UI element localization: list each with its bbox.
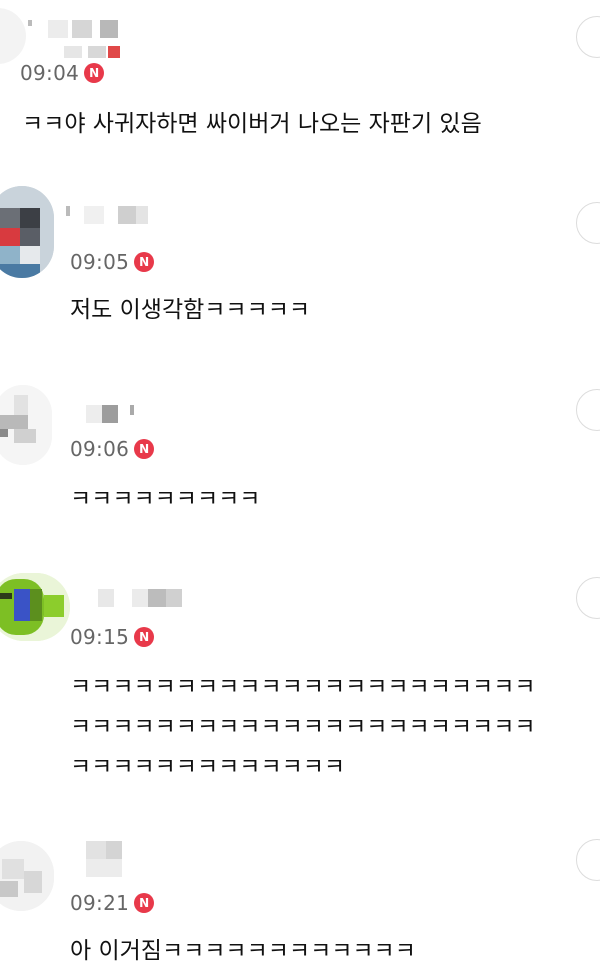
comment-meta: 09:05 N [70,250,155,274]
comment-text: 아 이거짐ㅋㅋㅋㅋㅋㅋㅋㅋㅋㅋㅋㅋ [70,938,416,964]
author-name-blurred[interactable] [86,841,136,877]
comment-meta: 09:04 N [20,61,105,85]
new-badge-icon: N [134,252,155,272]
comment-text-line: ㅋㅋㅋㅋㅋㅋㅋㅋㅋㅋㅋㅋㅋㅋㅋㅋㅋㅋㅋㅋㅋㅋ [70,674,536,700]
comment-text: ㅋㅋㅋㅋㅋㅋㅋㅋㅋㅋㅋㅋㅋㅋㅋㅋㅋㅋㅋㅋㅋㅋ ㅋㅋㅋㅋㅋㅋㅋㅋㅋㅋㅋㅋㅋㅋㅋㅋㅋ… [70,667,536,787]
comment-time: 09:05 [70,250,130,274]
new-badge-icon: N [134,627,155,647]
avatar[interactable] [0,573,70,641]
new-badge-icon: N [84,63,105,83]
comment-text: ㅋㅋㅋㅋㅋㅋㅋㅋㅋ [70,486,261,512]
author-name-blurred[interactable] [66,206,156,224]
comment-item: 09:21 N 아 이거짐ㅋㅋㅋㅋㅋㅋㅋㅋㅋㅋㅋㅋ [0,811,600,971]
comment-item: 09:06 N ㅋㅋㅋㅋㅋㅋㅋㅋㅋ [0,357,600,546]
new-badge-icon: N [134,893,155,913]
comment-item: 09:05 N 저도 이생각함ㅋㅋㅋㅋㅋ [0,170,600,358]
new-badge-icon: N [134,439,155,459]
avatar[interactable] [0,385,52,465]
more-options-icon[interactable] [576,577,600,619]
comment-time: 09:15 [70,625,130,649]
comment-text: ㅋㅋ야 사귀자하면 싸이버거 나오는 자판기 있음 [22,111,482,137]
avatar[interactable] [0,841,54,911]
more-options-icon[interactable] [576,389,600,431]
comment-meta: 09:06 N [70,437,155,461]
author-name-blurred[interactable] [86,405,146,423]
comment-item: 09:04 N ㅋㅋ야 사귀자하면 싸이버거 나오는 자판기 있음 [0,0,600,171]
more-options-icon[interactable] [576,202,600,244]
avatar[interactable] [0,186,54,278]
comment-item: 09:15 N ㅋㅋㅋㅋㅋㅋㅋㅋㅋㅋㅋㅋㅋㅋㅋㅋㅋㅋㅋㅋㅋㅋ ㅋㅋㅋㅋㅋㅋㅋㅋㅋ… [0,545,600,812]
comment-text: 저도 이생각함ㅋㅋㅋㅋㅋ [70,297,311,323]
more-options-icon[interactable] [576,839,600,881]
comment-text-line: ㅋㅋㅋㅋㅋㅋㅋㅋㅋㅋㅋㅋㅋㅋㅋㅋㅋㅋㅋㅋㅋㅋ [70,714,536,740]
author-name-blurred[interactable] [20,20,118,38]
comment-time: 09:06 [70,437,130,461]
comment-meta: 09:15 N [70,625,155,649]
comment-meta: 09:21 N [70,891,155,915]
author-name-blurred[interactable] [98,589,198,607]
comment-time: 09:21 [70,891,130,915]
author-name-blurred [64,46,124,58]
comment-text-line: ㅋㅋㅋㅋㅋㅋㅋㅋㅋㅋㅋㅋㅋ [70,754,346,780]
more-options-icon[interactable] [576,16,600,58]
comment-time: 09:04 [20,61,80,85]
